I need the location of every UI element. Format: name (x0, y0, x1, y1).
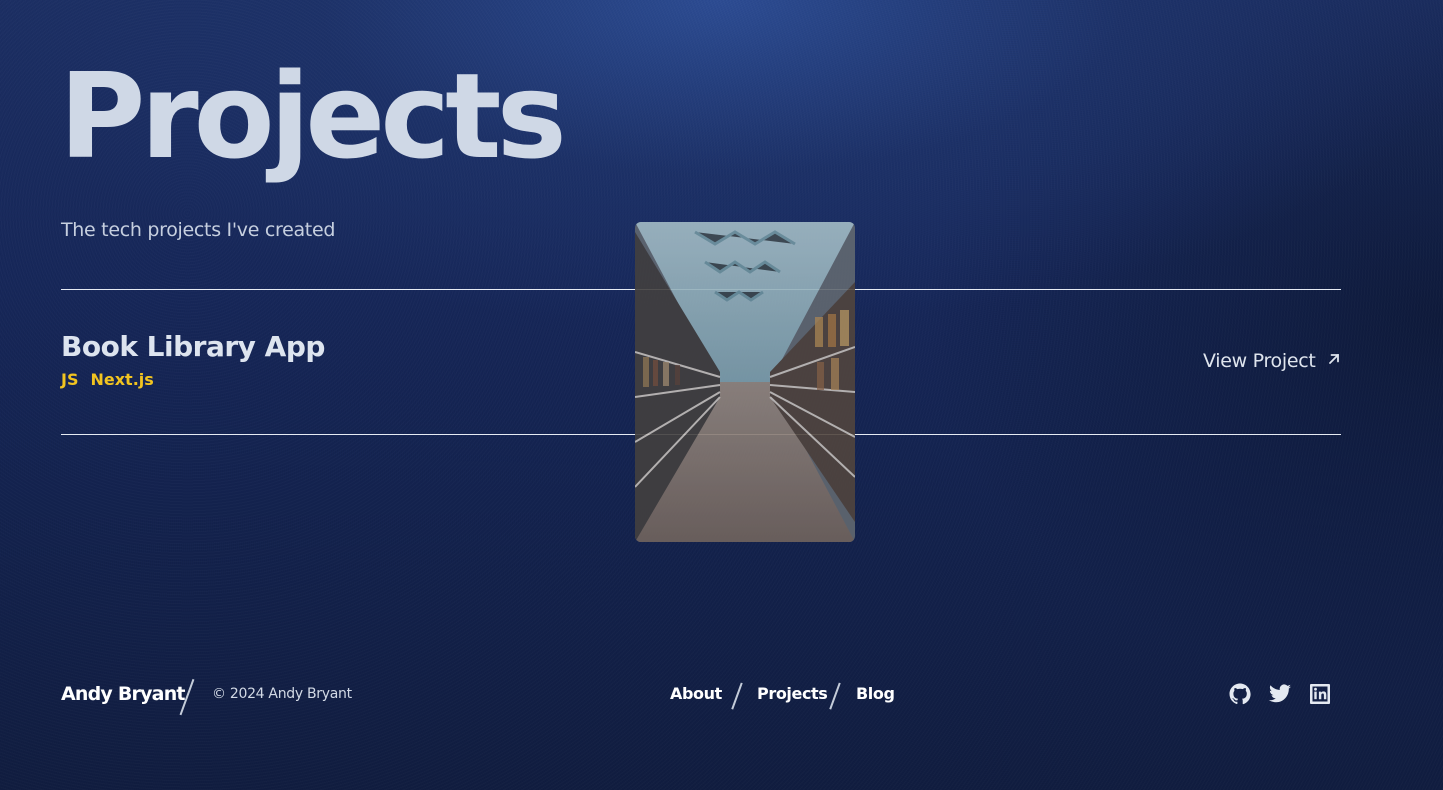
github-icon[interactable] (1228, 682, 1252, 706)
footer-site-name[interactable]: Andy Bryant (61, 683, 186, 705)
footer-copyright: © 2024 Andy Bryant (212, 686, 352, 702)
separator-slash (731, 682, 743, 710)
project-title: Book Library App (61, 330, 325, 363)
view-project-link[interactable]: View Project (1203, 350, 1342, 372)
separator-slash (829, 682, 841, 710)
footer-nav-blog[interactable]: Blog (856, 684, 895, 703)
twitter-icon[interactable] (1268, 682, 1292, 706)
social-links (1228, 682, 1332, 706)
project-preview-image (635, 222, 855, 542)
arrow-up-right-icon (1326, 350, 1342, 372)
page-title: Projects (59, 47, 567, 185)
view-project-label: View Project (1203, 350, 1316, 372)
footer-nav-about[interactable]: About (670, 684, 722, 703)
footer-nav-projects[interactable]: Projects (757, 684, 828, 703)
project-tags: JS Next.js (61, 370, 154, 389)
linkedin-icon[interactable] (1308, 682, 1332, 706)
tag: Next.js (90, 370, 154, 389)
page-subtitle: The tech projects I've created (61, 219, 336, 241)
tag: JS (61, 370, 79, 389)
